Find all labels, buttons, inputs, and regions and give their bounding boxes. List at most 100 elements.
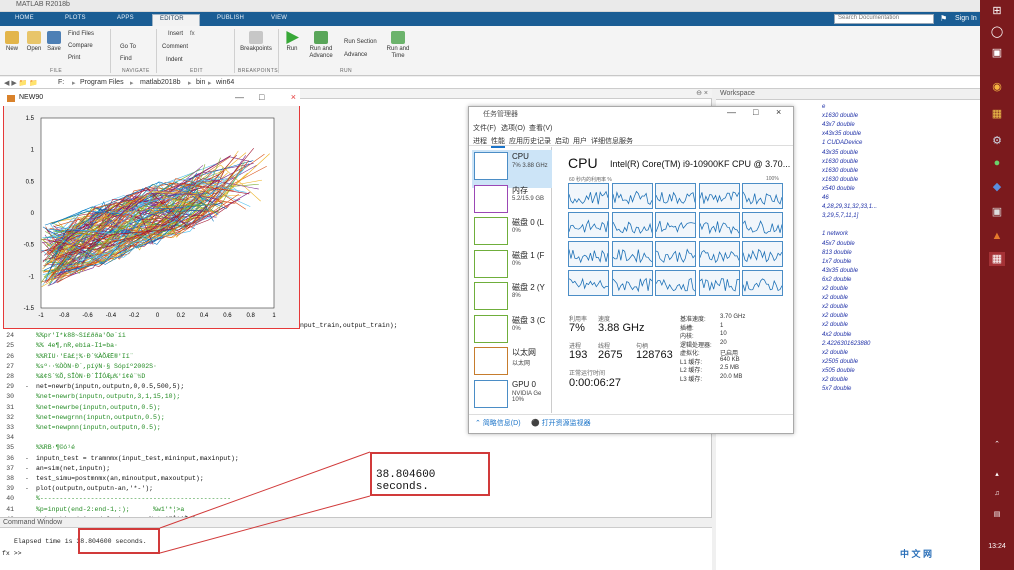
tray-battery-icon[interactable]: ▤: [989, 510, 1005, 524]
taskmgr-icon[interactable]: ▦: [989, 252, 1005, 266]
figure-window[interactable]: 1.5 1 0.5 0 -0.5 -1 -1.5 -1 -0.8 -0.6 -0.4 -0.2 0 0.2…: [3, 91, 300, 329]
tab-services[interactable]: 服务: [619, 136, 633, 146]
comment-button[interactable]: Comment: [162, 44, 188, 50]
tab-startup[interactable]: 启动: [555, 136, 569, 146]
sign-in-link[interactable]: Sign In: [955, 15, 977, 22]
explorer-icon[interactable]: ▦: [989, 107, 1005, 121]
workspace-value[interactable]: x2505 double: [822, 359, 858, 365]
goto-button[interactable]: Go To: [120, 44, 136, 50]
app-icon-gray[interactable]: ▣: [989, 205, 1005, 219]
steam-icon[interactable]: ⚙: [989, 134, 1005, 148]
workspace-value[interactable]: x540 double: [822, 186, 855, 192]
workspace-value[interactable]: x1630 double: [822, 177, 858, 183]
code-line[interactable]: %net=newrb(inputn,outputn,3,1,15,10);: [36, 393, 180, 400]
tab-performance[interactable]: 性能: [491, 136, 505, 148]
app-icon-blue[interactable]: ◆: [989, 180, 1005, 194]
run-section-button[interactable]: Run Section: [344, 39, 377, 45]
print-button[interactable]: Print: [68, 55, 80, 61]
breakpoint-marker[interactable]: -: [25, 475, 29, 482]
workspace-value[interactable]: 1 network: [822, 231, 848, 237]
minimize-icon[interactable]: —: [235, 92, 244, 102]
breadcrumb-matlab[interactable]: matlab2018b: [140, 79, 180, 86]
code-line[interactable]: %net=newpnn(inputn,outputn,0.5);: [36, 424, 161, 431]
workspace-value[interactable]: x1630 double: [822, 113, 858, 119]
workspace-value[interactable]: 43x7 double: [822, 122, 855, 128]
code-line[interactable]: %&¢S´%Õ,SÎÒN·Ð´ÎÍÓÆµ%'ï¢ê¨½D: [36, 373, 145, 380]
task-view-icon[interactable]: ▣: [989, 46, 1005, 60]
new-button[interactable]: New: [3, 31, 21, 53]
workspace-value[interactable]: 1x7 double: [822, 259, 851, 265]
menu-view[interactable]: 查看(V): [529, 123, 552, 133]
tab-users[interactable]: 用户: [573, 136, 587, 146]
workspace-value[interactable]: x2 double: [822, 286, 848, 292]
breakpoint-marker[interactable]: -: [25, 383, 29, 390]
code-line[interactable]: %%RIU·­'Eâ£¦%·Ð´%ÀÕÆË®'Iï¨: [36, 353, 134, 360]
code-line[interactable]: %% 4e¶,nR,ebia-I1=ba·: [36, 342, 118, 349]
workspace-value[interactable]: 45x7 double: [822, 241, 855, 247]
breakpoint-marker[interactable]: -: [25, 455, 29, 462]
run-time-button[interactable]: Run and Time: [384, 31, 412, 60]
code-line[interactable]: plot(outputn,outputn-an,'*-');: [36, 485, 153, 492]
chrome-icon[interactable]: ◉: [989, 80, 1005, 94]
breadcrumb-win64[interactable]: win64: [216, 79, 234, 86]
code-line[interactable]: %net=newrbe(inputn,outputn,0.5);: [36, 404, 161, 411]
workspace-value[interactable]: 4x2 double: [822, 332, 851, 338]
insert-button[interactable]: Insert: [168, 31, 183, 37]
save-button[interactable]: Save: [46, 31, 62, 53]
tray-volume-icon[interactable]: ♫: [989, 490, 1005, 504]
tab-home[interactable]: HOME: [8, 14, 41, 26]
menu-options[interactable]: 选项(O): [501, 123, 525, 133]
breakpoint-marker[interactable]: -: [25, 465, 29, 472]
indent-button[interactable]: Indent: [166, 57, 183, 63]
resource-monitor-link[interactable]: ⚫ 打开资源监视器: [531, 418, 591, 428]
code-line[interactable]: %sº··%ÒÒN·Ð´,píýN·§ Sópïº2002S·: [36, 363, 157, 370]
tm-close-icon[interactable]: ×: [776, 107, 781, 117]
code-line[interactable]: net=newrb(inputn,outputn,0,0.5,500,5);: [36, 383, 184, 390]
tab-plots[interactable]: PLOTS: [58, 14, 93, 26]
code-line[interactable]: inputn_test = tramnmx(input_test,mininpu…: [36, 455, 239, 462]
open-button[interactable]: Open: [25, 31, 43, 53]
workspace-value[interactable]: 2.4226301623880: [822, 341, 870, 347]
workspace-value[interactable]: 4,28,29,31,32,33,1...: [822, 204, 877, 210]
matlab-icon[interactable]: ▲: [989, 230, 1005, 244]
breakpoints-button[interactable]: Breakpoints: [238, 31, 274, 53]
breadcrumb-bin[interactable]: bin: [196, 79, 205, 86]
tm-minimize-icon[interactable]: —: [727, 107, 736, 117]
search-input[interactable]: Search Documentation: [834, 14, 934, 24]
breakpoint-marker[interactable]: -: [25, 485, 29, 492]
run-button[interactable]: Run: [284, 31, 300, 53]
workspace-value[interactable]: x1630 double: [822, 159, 858, 165]
workspace-value[interactable]: x1630 double: [822, 168, 858, 174]
code-line[interactable]: test_simu=postmnmx(an,minoutput,maxoutpu…: [36, 475, 204, 482]
fx-icon[interactable]: fx: [190, 31, 195, 37]
tab-processes[interactable]: 进程: [473, 136, 487, 146]
app-icon-green[interactable]: ●: [989, 157, 1005, 171]
tab-app-history[interactable]: 应用历史记录: [509, 136, 551, 146]
workspace-value[interactable]: x43x35 double: [822, 131, 861, 137]
find-button[interactable]: Find: [120, 56, 132, 62]
workspace-value[interactable]: 5x7 double: [822, 386, 851, 392]
compare-button[interactable]: Compare: [68, 43, 93, 49]
tm-maximize-icon[interactable]: □: [753, 107, 758, 117]
menu-file[interactable]: 文件(F): [473, 123, 496, 133]
tab-view[interactable]: VIEW: [264, 14, 294, 26]
code-line[interactable]: an=sim(net,inputn);: [36, 465, 110, 472]
workspace-value[interactable]: x2 double: [822, 295, 848, 301]
nav-arrows-icon[interactable]: ◀ ▶ 📁 📁: [4, 79, 38, 87]
workspace-value[interactable]: x2 double: [822, 350, 848, 356]
workspace-value[interactable]: 43x35 double: [822, 150, 858, 156]
advance-button[interactable]: Advance: [344, 52, 367, 58]
code-line[interactable]: %---------------------------------------…: [36, 495, 231, 502]
tab-publish[interactable]: PUBLISH: [210, 14, 251, 26]
workspace-value[interactable]: 1 CUDADevice: [822, 140, 862, 146]
fewer-details-link[interactable]: ⌃ 简略信息(D): [475, 418, 521, 428]
bell-icon[interactable]: ⚑: [940, 14, 947, 23]
workspace-value[interactable]: x2 double: [822, 377, 848, 383]
maximize-icon[interactable]: □: [259, 92, 264, 102]
find-files-button[interactable]: Find Files: [68, 31, 94, 37]
workspace-value[interactable]: e: [822, 104, 825, 110]
workspace-value[interactable]: 43x35 double: [822, 268, 858, 274]
tab-apps[interactable]: APPS: [110, 14, 141, 26]
search-icon[interactable]: ◯: [989, 25, 1005, 39]
windows-start-icon[interactable]: ⊞: [989, 4, 1005, 18]
